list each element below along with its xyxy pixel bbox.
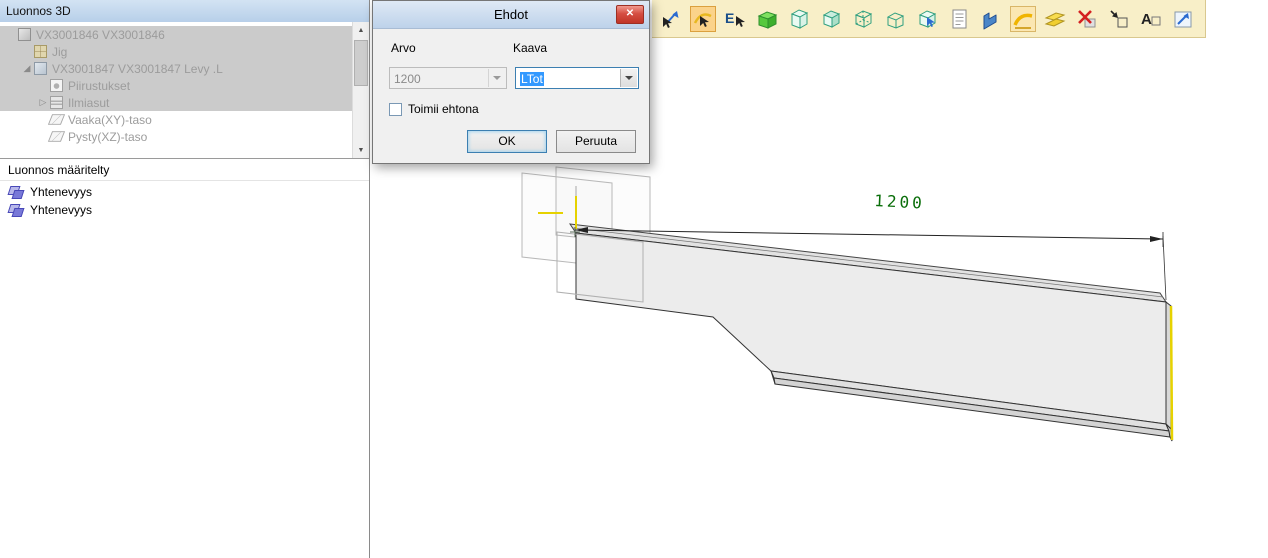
formula-combobox[interactable]: LTot bbox=[515, 67, 639, 89]
tree-row[interactable]: Piirustukset bbox=[0, 77, 352, 94]
plane-icon bbox=[48, 131, 65, 141]
box-pick-icon[interactable] bbox=[914, 6, 940, 32]
dimension-arrow-right bbox=[1150, 236, 1163, 242]
model-tree: VX3001846 VX3001846 Jig ◢ VX3001847 VX30… bbox=[0, 26, 352, 145]
box-hidden-edges-icon[interactable] bbox=[850, 6, 876, 32]
tree-label: Piirustukset bbox=[68, 79, 130, 93]
tree-row[interactable]: VX3001846 VX3001846 bbox=[0, 26, 352, 43]
assembly-icon bbox=[18, 28, 31, 41]
constraint-label: Yhtenevyys bbox=[30, 185, 92, 199]
svg-text:E: E bbox=[725, 10, 734, 26]
acts-as-condition-checkbox[interactable] bbox=[389, 103, 402, 116]
tree-row[interactable]: Jig bbox=[0, 43, 352, 60]
value-combobox-value: 1200 bbox=[394, 71, 486, 87]
extrude-icon[interactable] bbox=[978, 6, 1004, 32]
highlighted-edge[interactable] bbox=[1171, 306, 1172, 440]
ok-button[interactable]: OK bbox=[467, 130, 547, 153]
select-arrow-icon[interactable] bbox=[658, 6, 684, 32]
value-combobox-dropdown[interactable] bbox=[488, 69, 505, 87]
scrollbar-thumb[interactable] bbox=[354, 40, 368, 86]
tree-row[interactable]: ◢ VX3001847 VX3001847 Levy .L bbox=[0, 60, 352, 77]
sheet-stack-icon[interactable] bbox=[1042, 6, 1068, 32]
chevron-down-icon bbox=[625, 76, 633, 80]
formula-label: Kaava bbox=[513, 41, 547, 55]
tree-label: Pysty(XZ)-taso bbox=[68, 130, 147, 144]
model-tree-area: VX3001846 VX3001846 Jig ◢ VX3001847 VX30… bbox=[0, 22, 369, 159]
part-icon bbox=[34, 62, 47, 75]
dimension-text[interactable]: 1200 bbox=[874, 191, 925, 213]
tree-label: Jig bbox=[52, 45, 67, 59]
tree-label: Ilmiasut bbox=[68, 96, 109, 110]
tree-expander[interactable]: ◢ bbox=[20, 63, 34, 74]
sketch-3d-panel: Luonnos 3D VX3001846 VX3001846 Jig ◢ VX3… bbox=[0, 0, 370, 558]
chevron-down-icon bbox=[493, 76, 501, 80]
application-window: Luonnos 3D VX3001846 VX3001846 Jig ◢ VX3… bbox=[0, 0, 1268, 558]
solid-box-icon[interactable] bbox=[754, 6, 780, 32]
box-open-icon[interactable] bbox=[882, 6, 908, 32]
delete-feature-icon[interactable] bbox=[1074, 6, 1100, 32]
constraints-list: Yhtenevyys Yhtenevyys bbox=[0, 183, 368, 219]
constraint-row[interactable]: Yhtenevyys bbox=[0, 201, 368, 219]
dialog-title: Ehdot bbox=[494, 7, 528, 22]
tree-expander[interactable]: ▷ bbox=[36, 97, 50, 108]
tree-row[interactable]: Vaaka(XY)-taso bbox=[0, 111, 352, 128]
panel-title: Luonnos 3D bbox=[0, 0, 369, 23]
tree-scrollbar[interactable]: ▲ ▼ bbox=[352, 22, 369, 158]
export-view-icon[interactable] bbox=[1170, 6, 1196, 32]
coincident-icon bbox=[8, 186, 24, 199]
value-combobox[interactable]: 1200 bbox=[389, 67, 507, 89]
formula-combobox-value: LTot bbox=[520, 72, 544, 86]
tree-label: VX3001846 VX3001846 bbox=[36, 28, 165, 42]
feature-list-icon[interactable] bbox=[946, 6, 972, 32]
config-icon bbox=[50, 96, 63, 109]
tree-row[interactable]: Pysty(XZ)-taso bbox=[0, 128, 352, 145]
annotation-icon[interactable]: A bbox=[1138, 6, 1164, 32]
conditions-dialog: Ehdot ✕ Arvo Kaava 1200 LTot Toimii ehto… bbox=[372, 0, 650, 164]
drawings-icon bbox=[50, 79, 63, 92]
tree-label: VX3001847 VX3001847 Levy .L bbox=[52, 62, 223, 76]
pick-element-icon[interactable]: E bbox=[722, 6, 748, 32]
constraints-section-header: Luonnos määritelty bbox=[0, 159, 369, 181]
constraint-row[interactable]: Yhtenevyys bbox=[0, 183, 368, 201]
cad-toolbar: E bbox=[652, 0, 1206, 38]
checkbox-label: Toimii ehtona bbox=[408, 102, 479, 116]
tree-label: Vaaka(XY)-taso bbox=[68, 113, 152, 127]
scroll-down-icon[interactable]: ▼ bbox=[353, 142, 369, 158]
formula-combobox-dropdown[interactable] bbox=[620, 69, 637, 87]
import-part-icon[interactable] bbox=[1106, 6, 1132, 32]
scroll-up-icon[interactable]: ▲ bbox=[353, 22, 369, 38]
constraint-label: Yhtenevyys bbox=[30, 203, 92, 217]
dimension-extension-line bbox=[1163, 236, 1166, 300]
coincident-icon bbox=[8, 204, 24, 217]
tree-row[interactable]: ▷ Ilmiasut bbox=[0, 94, 352, 111]
dialog-titlebar[interactable]: Ehdot ✕ bbox=[373, 1, 649, 29]
jig-icon bbox=[34, 45, 47, 58]
box-shaded-icon[interactable] bbox=[818, 6, 844, 32]
value-label: Arvo bbox=[391, 41, 416, 55]
box-wireframe-icon[interactable] bbox=[786, 6, 812, 32]
plane-icon bbox=[48, 114, 65, 124]
select-chain-icon[interactable] bbox=[690, 6, 716, 32]
bend-tool-icon[interactable] bbox=[1010, 6, 1036, 32]
svg-text:A: A bbox=[1141, 11, 1152, 28]
cancel-button[interactable]: Peruuta bbox=[556, 130, 636, 153]
close-icon[interactable]: ✕ bbox=[616, 5, 644, 24]
